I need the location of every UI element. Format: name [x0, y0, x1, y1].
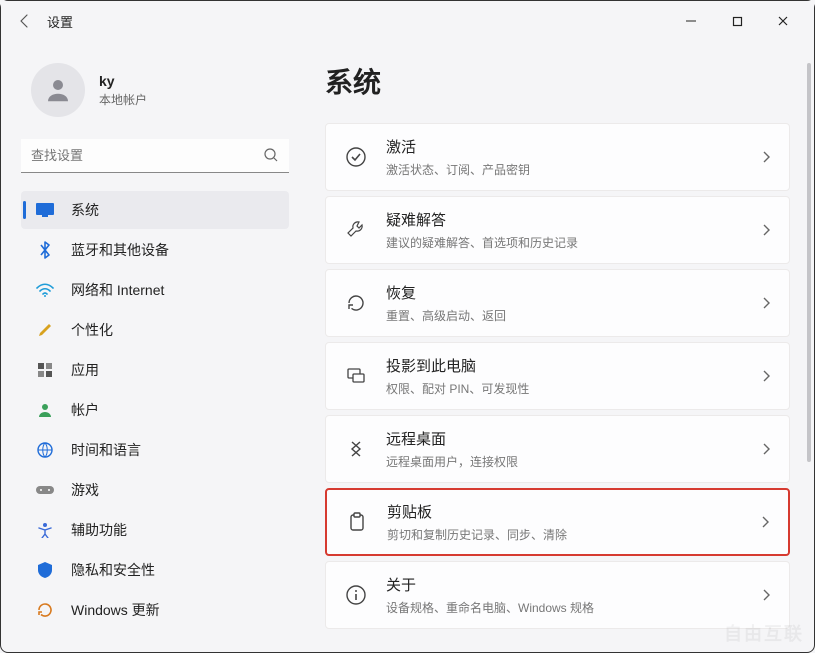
- nav-label: 系统: [71, 200, 99, 220]
- card-title: 剪贴板: [387, 501, 742, 522]
- globe-icon: [35, 442, 55, 458]
- nav-system[interactable]: 系统: [21, 191, 289, 229]
- minimize-button[interactable]: [668, 5, 714, 37]
- nav-accounts[interactable]: 帐户: [21, 391, 289, 429]
- avatar: [31, 63, 85, 117]
- cards: 激活 激活状态、订阅、产品密钥 疑难解答 建议的疑难解答、首选项和历史记录 恢复…: [325, 123, 790, 629]
- maximize-button[interactable]: [714, 5, 760, 37]
- remote-desktop-icon: [344, 437, 368, 461]
- search-input[interactable]: [21, 139, 289, 173]
- card-title: 疑难解答: [386, 209, 743, 230]
- check-circle-icon: [344, 145, 368, 169]
- update-icon: [35, 602, 55, 618]
- card-sub: 设备规格、重命名电脑、Windows 规格: [386, 599, 743, 616]
- accessibility-icon: [35, 522, 55, 538]
- close-icon: [777, 15, 789, 27]
- card-sub: 剪切和复制历史记录、同步、清除: [387, 526, 742, 543]
- card-about[interactable]: 关于 设备规格、重命名电脑、Windows 规格: [325, 561, 790, 629]
- nav-network[interactable]: 网络和 Internet: [21, 271, 289, 309]
- nav-time[interactable]: 时间和语言: [21, 431, 289, 469]
- nav-personalization[interactable]: 个性化: [21, 311, 289, 349]
- nav-label: 帐户: [71, 400, 99, 420]
- search-box: [21, 139, 289, 173]
- display-icon: [35, 203, 55, 217]
- profile-name: ky: [99, 73, 147, 89]
- card-activation[interactable]: 激活 激活状态、订阅、产品密钥: [325, 123, 790, 191]
- chevron-right-icon: [761, 150, 771, 164]
- profile[interactable]: ky 本地帐户: [21, 63, 289, 117]
- shield-icon: [35, 562, 55, 578]
- person-icon: [43, 75, 73, 105]
- clipboard-icon: [345, 510, 369, 534]
- titlebar: 设置: [1, 1, 814, 41]
- account-icon: [35, 402, 55, 418]
- project-icon: [344, 364, 368, 388]
- main: 系统 激活 激活状态、订阅、产品密钥 疑难解答 建议的疑难解答、首选项和历史记录: [301, 41, 814, 652]
- bluetooth-icon: [35, 241, 55, 259]
- window-title: 设置: [47, 12, 73, 31]
- arrow-left-icon: [17, 13, 33, 29]
- gamepad-icon: [35, 484, 55, 496]
- maximize-icon: [732, 16, 743, 27]
- wifi-icon: [35, 283, 55, 297]
- chevron-right-icon: [761, 369, 771, 383]
- card-title: 投影到此电脑: [386, 355, 743, 376]
- nav-label: 应用: [71, 360, 99, 380]
- minimize-icon: [685, 15, 697, 27]
- nav-privacy[interactable]: 隐私和安全性: [21, 551, 289, 589]
- scrollbar[interactable]: [806, 61, 812, 632]
- nav-label: 隐私和安全性: [71, 560, 155, 580]
- card-troubleshoot[interactable]: 疑难解答 建议的疑难解答、首选项和历史记录: [325, 196, 790, 264]
- recovery-icon: [344, 291, 368, 315]
- info-icon: [344, 583, 368, 607]
- nav-label: 辅助功能: [71, 520, 127, 540]
- nav-label: Windows 更新: [71, 600, 160, 620]
- nav-bluetooth[interactable]: 蓝牙和其他设备: [21, 231, 289, 269]
- nav-label: 网络和 Internet: [71, 280, 164, 300]
- nav-apps[interactable]: 应用: [21, 351, 289, 389]
- nav-label: 蓝牙和其他设备: [71, 240, 169, 260]
- card-title: 远程桌面: [386, 428, 743, 449]
- card-sub: 重置、高级启动、返回: [386, 307, 743, 324]
- wrench-icon: [344, 218, 368, 242]
- close-button[interactable]: [760, 5, 806, 37]
- nav-label: 个性化: [71, 320, 113, 340]
- card-sub: 激活状态、订阅、产品密钥: [386, 161, 743, 178]
- nav-label: 游戏: [71, 480, 99, 500]
- nav-accessibility[interactable]: 辅助功能: [21, 511, 289, 549]
- card-recovery[interactable]: 恢复 重置、高级启动、返回: [325, 269, 790, 337]
- card-sub: 远程桌面用户，连接权限: [386, 453, 743, 470]
- nav-gaming[interactable]: 游戏: [21, 471, 289, 509]
- scrollbar-thumb[interactable]: [807, 63, 811, 463]
- brush-icon: [35, 322, 55, 338]
- chevron-right-icon: [761, 223, 771, 237]
- card-title: 关于: [386, 574, 743, 595]
- sidebar: ky 本地帐户 系统 蓝牙和其他设备 网络和 Internet: [1, 41, 301, 652]
- nav-update[interactable]: Windows 更新: [21, 591, 289, 629]
- chevron-right-icon: [761, 588, 771, 602]
- nav-label: 时间和语言: [71, 440, 141, 460]
- profile-sub: 本地帐户: [99, 91, 147, 108]
- nav: 系统 蓝牙和其他设备 网络和 Internet 个性化 应用 帐户: [21, 191, 289, 629]
- apps-icon: [35, 362, 55, 378]
- chevron-right-icon: [761, 442, 771, 456]
- page-title: 系统: [325, 61, 790, 101]
- card-sub: 建议的疑难解答、首选项和历史记录: [386, 234, 743, 251]
- card-remote[interactable]: 远程桌面 远程桌面用户，连接权限: [325, 415, 790, 483]
- chevron-right-icon: [761, 296, 771, 310]
- chevron-right-icon: [760, 515, 770, 529]
- card-project[interactable]: 投影到此电脑 权限、配对 PIN、可发现性: [325, 342, 790, 410]
- card-clipboard[interactable]: 剪贴板 剪切和复制历史记录、同步、清除: [325, 488, 790, 556]
- back-button[interactable]: [9, 5, 41, 37]
- card-title: 激活: [386, 136, 743, 157]
- card-title: 恢复: [386, 282, 743, 303]
- search-icon: [263, 147, 279, 163]
- card-sub: 权限、配对 PIN、可发现性: [386, 380, 743, 397]
